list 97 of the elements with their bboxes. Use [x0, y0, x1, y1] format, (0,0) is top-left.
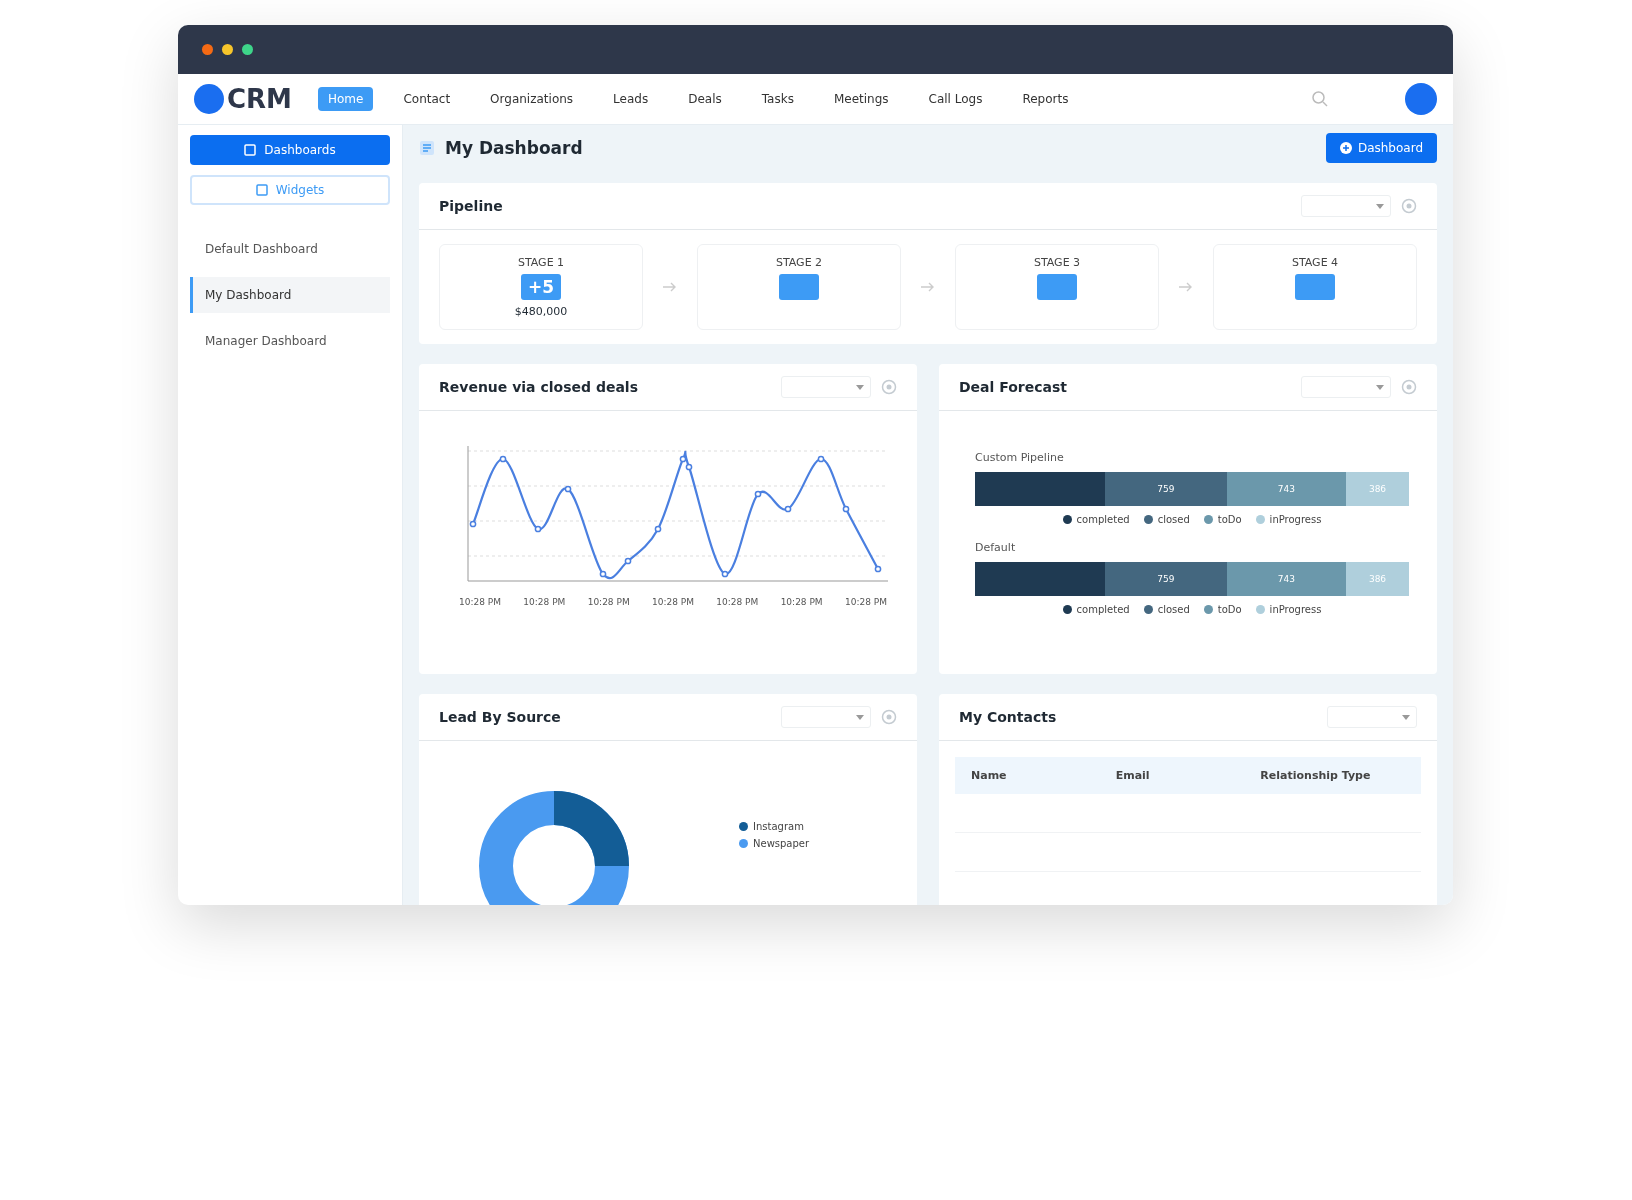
sidebar-button[interactable]: Dashboards [190, 135, 390, 165]
bar-segment: 386 [1346, 562, 1409, 596]
caret-icon [1402, 714, 1410, 720]
minimize-dot[interactable] [222, 44, 233, 55]
axis-label: 10:28 PM [459, 597, 501, 607]
data-point [721, 570, 729, 578]
pipeline-label: Default [975, 541, 1017, 554]
nav-tab[interactable]: Deals [678, 87, 732, 111]
close-dot[interactable] [202, 44, 213, 55]
card-title: Lead By Source [439, 709, 561, 725]
nav-tab[interactable]: Call Logs [918, 87, 993, 111]
nav-tab[interactable]: Tasks [751, 87, 804, 111]
data-point [754, 490, 762, 498]
settings-icon[interactable] [1401, 198, 1417, 214]
axis-label: 10:28 PM [780, 597, 823, 607]
legend-item: closed [1143, 604, 1190, 615]
data-point [874, 565, 882, 573]
legend-item: toDo [1203, 514, 1242, 525]
arrow-icon [663, 282, 677, 292]
arrow-icon [921, 282, 935, 292]
card-title: Deal Forecast [959, 379, 1068, 395]
legend-item: inProgress [1255, 604, 1322, 615]
nav-tab[interactable]: Leads [603, 87, 659, 111]
period-dropdown[interactable] [781, 706, 871, 728]
axis-label: 10:28 PM [523, 597, 566, 607]
data-point [534, 525, 542, 533]
count-badge [1037, 274, 1077, 300]
data-point [564, 485, 572, 493]
stage-name: STAGE 2 [775, 256, 823, 269]
legend-item: Newspaper [739, 838, 810, 849]
square-icon [244, 144, 257, 156]
dashboard-icon [419, 140, 435, 156]
dashboard-list-item[interactable]: Manager Dashboard [190, 323, 390, 359]
period-dropdown[interactable] [1327, 706, 1417, 728]
axis-label: 10:28 PM [716, 597, 759, 607]
card-title: Pipeline [439, 198, 503, 214]
search-icon[interactable] [1311, 90, 1329, 108]
caret-icon [1376, 203, 1384, 209]
legend-item: Instagram [739, 821, 810, 832]
stage-name: STAGE 3 [1033, 256, 1081, 269]
maximize-dot[interactable] [242, 44, 253, 55]
count-badge [779, 274, 819, 300]
bar-segment: 759 [1105, 562, 1227, 596]
data-point [599, 570, 607, 578]
stage-amount: $480,000 [514, 305, 568, 318]
stage-name: STAGE 1 [517, 256, 565, 269]
settings-icon[interactable] [881, 379, 897, 395]
nav-tab[interactable]: Reports [1012, 87, 1079, 111]
caret-icon [856, 384, 864, 390]
nav-tab[interactable]: Contact [393, 87, 461, 111]
bar-segment: 743 [1226, 472, 1347, 506]
logo-mark-icon [194, 84, 224, 114]
column-header: Relationship Type [1260, 769, 1372, 782]
square-icon [255, 184, 268, 196]
dashboard-list-item[interactable]: My Dashboard [190, 277, 390, 313]
legend-item: inProgress [1255, 514, 1322, 525]
legend-item: completed [1062, 514, 1130, 525]
pipeline-label: Custom Pipeline [975, 451, 1065, 464]
axis-label: 10:28 PM [587, 597, 630, 607]
plus-icon [1339, 142, 1352, 154]
card-title: My Contacts [959, 709, 1057, 725]
column-header: Name [971, 769, 1008, 782]
card-title: Revenue via closed deals [439, 379, 638, 395]
caret-icon [856, 714, 864, 720]
settings-icon[interactable] [1401, 379, 1417, 395]
data-point [624, 557, 632, 565]
data-point [469, 520, 477, 528]
period-dropdown[interactable] [1301, 195, 1391, 217]
axis-label: 10:28 PM [652, 597, 694, 607]
bar-segment: 759 [1105, 472, 1227, 506]
user-avatar[interactable] [1405, 83, 1437, 115]
column-header: Email [1115, 769, 1151, 782]
data-point [817, 455, 825, 463]
dashboard-list-item[interactable]: Default Dashboard [190, 231, 390, 267]
axis-label: 10:28 PM [844, 597, 887, 607]
legend-item: toDo [1203, 604, 1242, 615]
nav-tab[interactable]: Meetings [823, 87, 899, 111]
legend-item: completed [1062, 604, 1130, 615]
arrow-icon [1179, 282, 1193, 292]
app-logo: CRM [227, 84, 292, 114]
caret-icon [1376, 384, 1384, 390]
settings-icon[interactable] [881, 709, 897, 725]
bar-segment: 386 [1346, 472, 1409, 506]
bar-segment: 743 [1226, 562, 1347, 596]
legend-item: closed [1143, 514, 1190, 525]
data-point [784, 505, 792, 513]
count-badge: +5 [521, 274, 561, 300]
data-point [654, 525, 662, 533]
data-point [499, 455, 507, 463]
period-dropdown[interactable] [1301, 376, 1391, 398]
add-dashboard-button[interactable]: Dashboard [1325, 133, 1437, 163]
nav-tab[interactable]: Organizations [480, 87, 584, 111]
data-point [842, 505, 850, 513]
stage-name: STAGE 4 [1291, 256, 1339, 269]
count-badge [1295, 274, 1335, 300]
period-dropdown[interactable] [781, 376, 871, 398]
page-title: My Dashboard [445, 138, 583, 158]
